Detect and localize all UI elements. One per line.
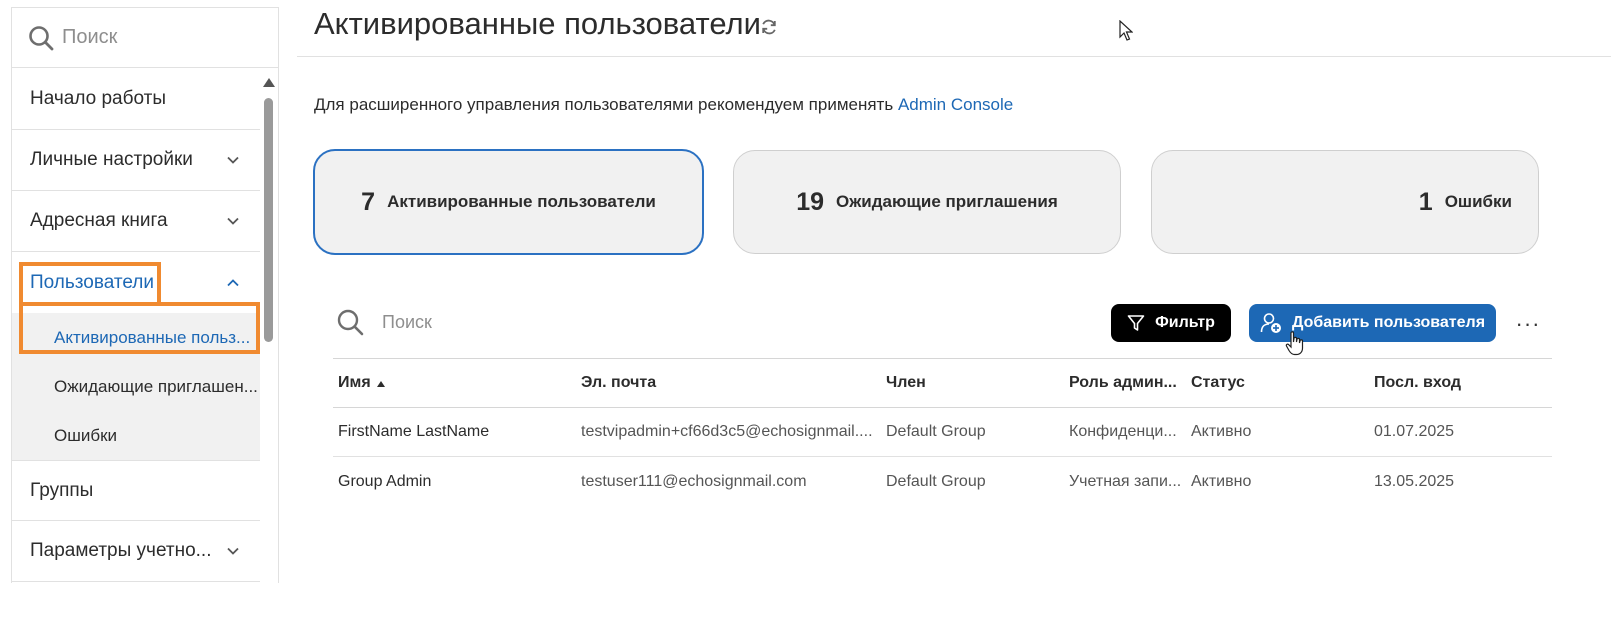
cell-last-login: 13.05.2025 bbox=[1374, 472, 1455, 490]
sidebar-item-account-settings[interactable]: Параметры учетно... bbox=[12, 521, 260, 582]
sidebar-subitem-activated-users[interactable]: Активированные польз... bbox=[12, 313, 260, 362]
cell-member: Default Group bbox=[886, 423, 986, 440]
cell-admin-role: Учетная запи... bbox=[1069, 472, 1182, 490]
sidebar-item-label: Начало работы bbox=[30, 88, 167, 109]
column-header-status[interactable]: Статус bbox=[1191, 359, 1361, 407]
filter-icon bbox=[1127, 315, 1145, 331]
table-search-input[interactable]: Поиск bbox=[382, 312, 432, 333]
search-icon bbox=[29, 25, 54, 50]
scrollbar-thumb[interactable] bbox=[264, 98, 273, 342]
refresh-icon[interactable] bbox=[760, 18, 778, 36]
chevron-down-icon bbox=[227, 547, 239, 555]
search-icon bbox=[337, 309, 364, 336]
card-activated-users[interactable]: 7 Активированные пользователи bbox=[313, 149, 704, 255]
card-pending-invitations[interactable]: 19 Ожидающие приглашения bbox=[733, 150, 1121, 254]
sidebar-item-groups[interactable]: Группы bbox=[12, 460, 260, 521]
cell-status: Активно bbox=[1191, 423, 1252, 440]
sidebar-item-label: Параметры учетно... bbox=[30, 540, 212, 561]
column-header-member[interactable]: Член bbox=[886, 359, 1061, 407]
table-header: Имя Эл. почта Член Роль админ... Статус … bbox=[333, 358, 1552, 408]
sidebar: Поиск Начало работы Личные настройки Адр… bbox=[11, 7, 279, 583]
table-row[interactable]: FirstName LastName testvipadmin+cf66d3c5… bbox=[333, 408, 1552, 457]
sidebar-subitem-errors[interactable]: Ошибки bbox=[12, 411, 260, 460]
sidebar-scrollbar[interactable] bbox=[262, 78, 276, 583]
column-header-email[interactable]: Эл. почта bbox=[581, 359, 875, 407]
users-table: Имя Эл. почта Член Роль админ... Статус … bbox=[333, 358, 1552, 506]
mouse-pointer-icon bbox=[1119, 20, 1133, 41]
cell-status: Активно bbox=[1191, 472, 1252, 490]
card-label: Ошибки bbox=[1444, 192, 1512, 211]
column-header-admin-role[interactable]: Роль админ... bbox=[1069, 359, 1187, 407]
cell-member: Default Group bbox=[886, 472, 986, 490]
sidebar-search[interactable]: Поиск bbox=[12, 8, 278, 68]
sidebar-item-label: Личные настройки bbox=[30, 149, 193, 170]
admin-console-hint: Для расширенного управления пользователя… bbox=[314, 95, 1013, 115]
column-header-name[interactable]: Имя bbox=[338, 359, 573, 407]
add-user-button-label: Добавить пользователя bbox=[1291, 314, 1486, 331]
cell-name: FirstName LastName bbox=[338, 423, 490, 440]
sidebar-item-getting-started[interactable]: Начало работы bbox=[12, 69, 260, 130]
users-submenu: Активированные польз... Ожидающие пригла… bbox=[12, 313, 260, 460]
table-search[interactable]: Поиск bbox=[336, 308, 432, 336]
sidebar-subitem-pending-invitations[interactable]: Ожидающие приглашен... bbox=[12, 362, 260, 411]
sort-ascending-icon bbox=[376, 381, 385, 387]
cell-email: testuser111@echosignmail.com bbox=[581, 472, 807, 490]
sidebar-item-personal-settings[interactable]: Личные настройки bbox=[12, 130, 260, 191]
column-header-label: Имя bbox=[338, 374, 371, 391]
cell-last-login: 01.07.2025 bbox=[1374, 423, 1455, 440]
sidebar-item-label: Пользователи bbox=[30, 271, 155, 293]
card-errors[interactable]: 1 Ошибки bbox=[1151, 150, 1539, 254]
sidebar-item-label: Группы bbox=[30, 479, 94, 501]
filter-button-label: Фильтр bbox=[1155, 314, 1215, 331]
sidebar-item-users[interactable]: Пользователи bbox=[12, 252, 260, 313]
sidebar-nav: Начало работы Личные настройки Адресная … bbox=[12, 69, 260, 582]
chevron-down-icon bbox=[227, 217, 239, 225]
add-user-icon bbox=[1260, 313, 1281, 333]
sidebar-search-input[interactable]: Поиск bbox=[62, 26, 117, 49]
scroll-up-arrow-icon[interactable] bbox=[263, 78, 275, 87]
main-header: Активированные пользователи bbox=[297, 0, 1611, 57]
card-label: Активированные пользователи bbox=[387, 192, 656, 211]
cell-admin-role: Конфиденци... bbox=[1069, 423, 1177, 440]
column-header-last-login[interactable]: Посл. вход bbox=[1374, 359, 1544, 407]
table-row[interactable]: Group Admin testuser111@echosignmail.com… bbox=[333, 457, 1552, 506]
sidebar-item-address-book[interactable]: Адресная книга bbox=[12, 191, 260, 252]
hint-text: Для расширенного управления пользователя… bbox=[314, 95, 898, 114]
chevron-up-icon bbox=[227, 278, 239, 286]
hand-pointer-icon bbox=[1285, 331, 1304, 356]
chevron-down-icon bbox=[227, 156, 239, 164]
admin-console-link[interactable]: Admin Console bbox=[898, 95, 1013, 114]
filter-button[interactable]: Фильтр bbox=[1111, 304, 1231, 342]
card-count: 7 bbox=[361, 187, 376, 216]
more-options-button[interactable]: ··· bbox=[1514, 311, 1542, 336]
card-count: 1 bbox=[1418, 187, 1433, 216]
cell-name: Group Admin bbox=[338, 472, 432, 490]
sidebar-item-label: Адресная книга bbox=[30, 210, 168, 231]
cell-email: testvipadmin+cf66d3c5@echosignmail.... bbox=[581, 423, 873, 440]
card-label: Ожидающие приглашения bbox=[836, 192, 1058, 211]
card-count: 19 bbox=[796, 187, 825, 216]
page-title: Активированные пользователи bbox=[314, 6, 761, 41]
